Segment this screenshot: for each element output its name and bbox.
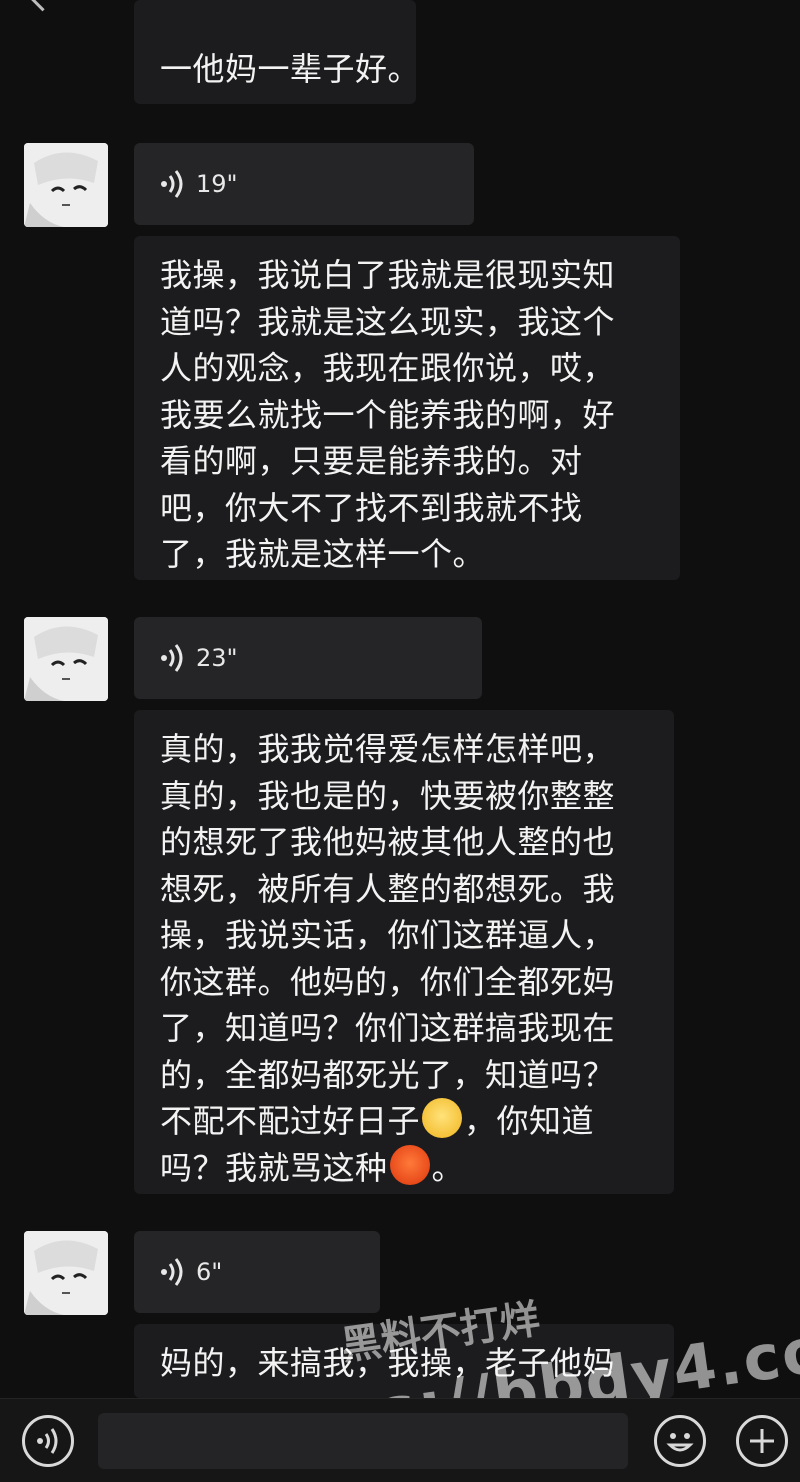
transcript-line: 妈的，来搞我，我操，老子他妈 <box>160 1344 616 1382</box>
voice-transcript: 我操，我说白了我就是很现实知 道吗？我就是这么现实，我这个 人的观念，我现在跟你… <box>134 236 680 580</box>
avatar[interactable] <box>24 617 108 701</box>
transcript-line: 真的，我我觉得爱怎样怎样吧， <box>160 730 616 768</box>
transcript-text: ，你知道 <box>464 1102 595 1140</box>
voice-wave-icon <box>161 1258 183 1286</box>
transcript-line: 道吗？我就是这么现实，我这个 <box>160 302 616 341</box>
transcript-line: 的想死了我他妈被其他人整的也 <box>160 823 616 861</box>
voice-duration: 6" <box>196 1258 223 1286</box>
transcript-line: 你这群。他妈的，你们全都死妈 <box>160 962 616 1001</box>
voice-transcript: 真的，我我觉得爱怎样怎样吧， 真的，我也是的，快要被你整整 的想死了我他妈被其他… <box>134 710 674 1194</box>
back-icon[interactable] <box>27 0 58 12</box>
voice-duration: 23" <box>196 644 238 672</box>
message-line: 一他妈一辈子好。 <box>160 50 421 88</box>
transcript-text: 不配不配过好日子 <box>160 1102 421 1140</box>
voice-transcript: 妈的，来搞我，我操，老子他妈 <box>134 1324 674 1398</box>
transcript-line: 我操，我说白了我就是很现实知 <box>160 256 616 294</box>
emoji-icon[interactable] <box>654 1415 706 1467</box>
transcript-line: 了，我就是这样一个。 <box>160 535 486 573</box>
transcript-line: 吗？我就骂这种 。 <box>160 1144 654 1192</box>
voice-toggle-icon[interactable] <box>22 1415 74 1467</box>
plus-icon[interactable] <box>736 1415 788 1467</box>
transcript-line: 真的，我也是的，快要被你整整 <box>160 776 616 815</box>
transcript-text: 吗？我就骂这种 <box>160 1148 388 1187</box>
transcript-line: 我要么就找一个能养我的啊，好 <box>160 395 616 434</box>
transcript-line: 人的观念，我现在跟你说，哎， <box>160 349 616 387</box>
message-bubble-text: 一他妈一辈子好。 <box>134 0 421 104</box>
avatar[interactable] <box>24 143 108 227</box>
transcript-line: 吧，你大不了找不到我就不找 <box>160 488 583 527</box>
angry-face-emoji <box>389 1144 430 1185</box>
voice-message[interactable]: 19" <box>134 143 474 225</box>
avatar[interactable] <box>24 1231 108 1315</box>
voice-wave-icon <box>161 170 183 198</box>
message-input[interactable] <box>98 1413 628 1469</box>
crying-face-emoji <box>422 1098 463 1138</box>
transcript-line: 看的啊，只要是能养我的。对 <box>160 442 583 480</box>
transcript-line: 了，知道吗？你们这群搞我现在 <box>160 1009 616 1047</box>
bottom-input-bar <box>0 1398 800 1482</box>
voice-message[interactable]: 23" <box>134 617 482 699</box>
transcript-text: 。 <box>431 1148 465 1187</box>
transcript-line: 不配不配过好日子 ，你知道 <box>160 1098 654 1145</box>
transcript-line: 的，全都妈都死光了，知道吗？ <box>160 1055 616 1094</box>
transcript-line: 操，我说实话，你们这群逼人， <box>160 916 616 954</box>
voice-wave-icon <box>161 644 183 672</box>
transcript-line: 想死，被所有人整的都想死。我 <box>160 869 616 908</box>
voice-duration: 19" <box>196 170 238 198</box>
voice-message[interactable]: 6" <box>134 1231 380 1313</box>
